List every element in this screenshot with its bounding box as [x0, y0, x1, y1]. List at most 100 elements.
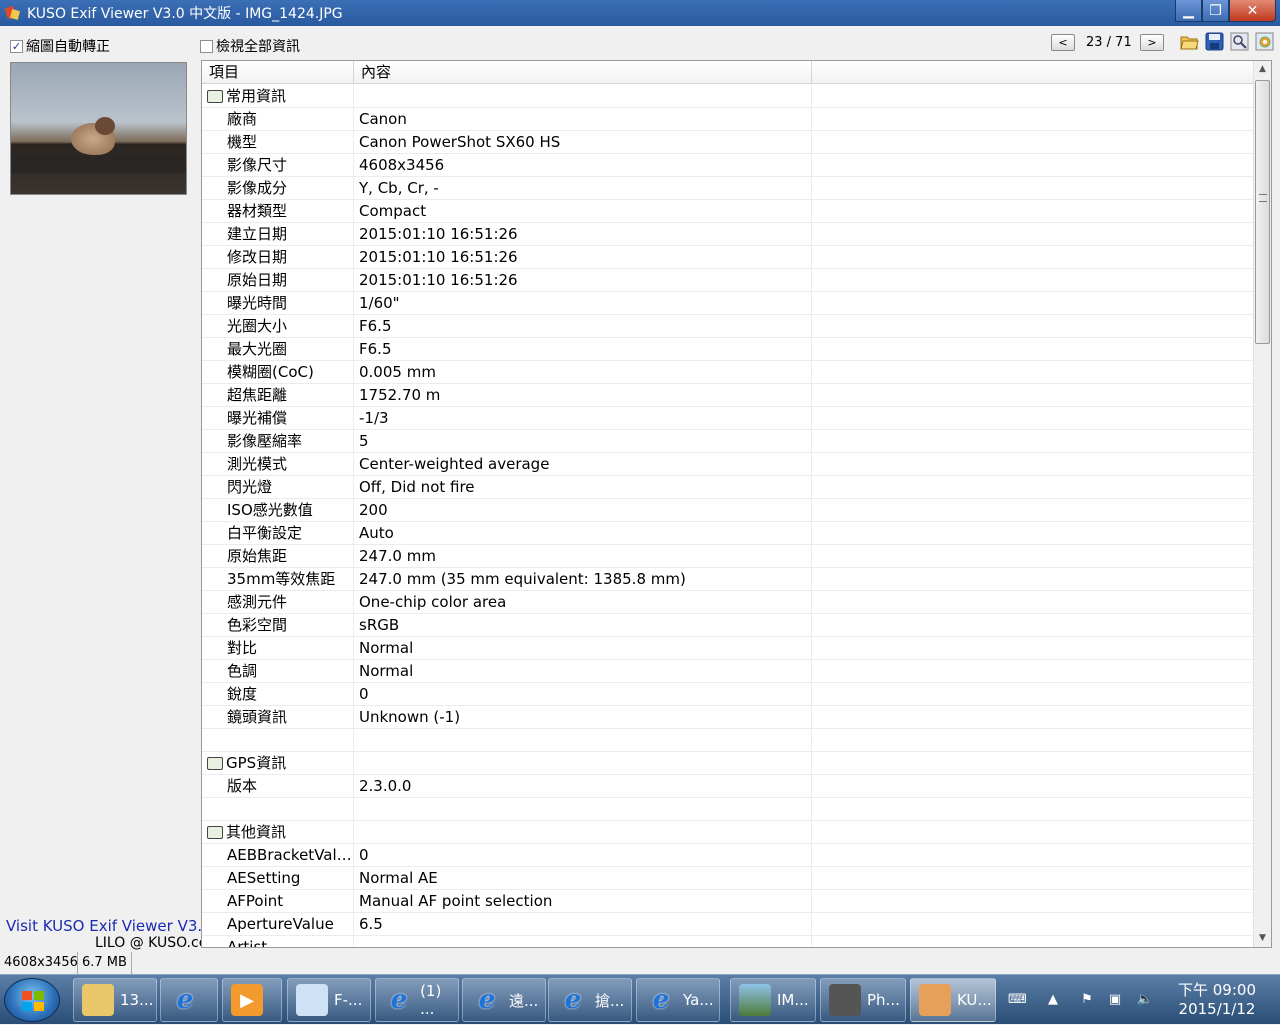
table-row[interactable]: 曝光補償 -1/3 [202, 407, 1254, 430]
section-row[interactable]: 其他資訊 [202, 821, 1254, 844]
taskbar-button[interactable]: KU... [910, 978, 996, 1022]
table-row[interactable]: 影像成分 Y, Cb, Cr, - [202, 177, 1254, 200]
table-row[interactable]: 鏡頭資訊 Unknown (-1) [202, 706, 1254, 729]
section-row[interactable]: 常用資訊 [202, 85, 1254, 108]
scroll-up-arrow[interactable]: ▲ [1254, 61, 1271, 78]
table-row[interactable]: 廠商 Canon [202, 108, 1254, 131]
value-cell [354, 752, 812, 774]
table-row[interactable]: 建立日期 2015:01:10 16:51:26 [202, 223, 1254, 246]
table-row[interactable]: 原始焦距 247.0 mm [202, 545, 1254, 568]
minimize-button[interactable]: ▁ [1175, 0, 1202, 22]
table-row[interactable]: 色彩空間 sRGB [202, 614, 1254, 637]
table-row[interactable]: 色調 Normal [202, 660, 1254, 683]
taskbar-button[interactable]: e 搶... [548, 978, 632, 1022]
table-row[interactable] [202, 798, 1254, 821]
section-row[interactable]: GPS資訊 [202, 752, 1254, 775]
item-cell: 影像成分 [202, 177, 354, 199]
taskbar-button[interactable]: Ph... [820, 978, 906, 1022]
table-row[interactable]: 模糊圈(CoC) 0.005 mm [202, 361, 1254, 384]
table-row[interactable]: AEBBracketValue 0 [202, 844, 1254, 867]
item-cell [202, 798, 354, 820]
folder-icon [82, 984, 114, 1016]
zoom-icon[interactable] [1230, 32, 1249, 51]
item-cell: 感測元件 [202, 591, 354, 613]
taskbar-button[interactable]: F-... [287, 978, 371, 1022]
value-cell: F6.5 [354, 315, 812, 337]
table-row[interactable]: 影像尺寸 4608x3456 [202, 154, 1254, 177]
table-row[interactable]: 超焦距離 1752.70 m [202, 384, 1254, 407]
taskbar-button[interactable]: e 遠... [462, 978, 546, 1022]
taskbar-button[interactable]: e [160, 978, 218, 1022]
taskbar-button[interactable]: ▶ [222, 978, 282, 1022]
prev-button[interactable]: < [1051, 34, 1075, 51]
action-center-icon[interactable]: ⚑ [1078, 992, 1096, 1008]
table-row[interactable] [202, 729, 1254, 752]
table-row[interactable]: AFPoint Manual AF point selection [202, 890, 1254, 913]
table-row[interactable]: 35mm等效焦距 247.0 mm (35 mm equivalent: 1385… [202, 568, 1254, 591]
item-cell: 影像壓縮率 [202, 430, 354, 452]
item-cell: 35mm等效焦距 [202, 568, 354, 590]
table-row[interactable]: 影像壓縮率 5 [202, 430, 1254, 453]
table-row[interactable]: 最大光圈 F6.5 [202, 338, 1254, 361]
table-row[interactable]: 銳度 0 [202, 683, 1254, 706]
vertical-scrollbar[interactable]: ▲ ▼ [1253, 61, 1271, 947]
table-row[interactable]: 光圈大小 F6.5 [202, 315, 1254, 338]
item-cell: 修改日期 [202, 246, 354, 268]
item-cell [202, 729, 354, 751]
settings-icon[interactable] [1255, 32, 1274, 51]
credit-text: LILO @ KUSO.cc [95, 935, 202, 951]
maximize-button[interactable]: ❐ [1202, 0, 1229, 22]
value-cell: Canon PowerShot SX60 HS [354, 131, 812, 153]
close-button[interactable]: ✕ [1229, 0, 1276, 22]
status-dimensions: 4608x3456 [0, 952, 78, 974]
table-row[interactable]: 版本 2.3.0.0 [202, 775, 1254, 798]
table-row[interactable]: 閃光燈 Off, Did not fire [202, 476, 1254, 499]
column-header-item[interactable]: 項目 [202, 61, 354, 84]
checkbox-checked[interactable]: ✓ [10, 39, 23, 53]
value-cell: Unknown (-1) [354, 706, 812, 728]
network-icon[interactable]: ▣ [1106, 992, 1124, 1008]
taskbar-button[interactable]: IM... [730, 978, 816, 1022]
table-row[interactable]: AESetting Normal AE [202, 867, 1254, 890]
keyboard-icon[interactable]: ⌨ [1008, 992, 1027, 1008]
table-row[interactable]: 曝光時間 1/60" [202, 292, 1254, 315]
taskbar-button[interactable]: e (1) ... [375, 978, 459, 1022]
column-header-content[interactable]: 內容 [354, 61, 812, 84]
table-row[interactable]: 機型 Canon PowerShot SX60 HS [202, 131, 1254, 154]
table-row[interactable]: 修改日期 2015:01:10 16:51:26 [202, 246, 1254, 269]
clock[interactable]: 下午 09:00 2015/1/12 [1172, 981, 1262, 1019]
table-row[interactable]: ApertureValue 6.5 [202, 913, 1254, 936]
view-all-label: 檢視全部資訊 [216, 39, 300, 55]
open-folder-icon[interactable] [1180, 32, 1199, 51]
kuso-icon [919, 984, 951, 1016]
item-cell: 閃光燈 [202, 476, 354, 498]
view-all-checkbox[interactable]: 檢視全部資訊 [200, 36, 300, 56]
volume-icon[interactable]: 🔈 [1136, 992, 1154, 1008]
item-cell: ApertureValue [202, 913, 354, 935]
item-cell: ISO感光數值 [202, 499, 354, 521]
value-cell: Manual AF point selection [354, 890, 812, 912]
item-cell: 最大光圈 [202, 338, 354, 360]
value-cell [354, 821, 812, 843]
table-row[interactable]: 測光模式 Center-weighted average [202, 453, 1254, 476]
table-row[interactable]: 感測元件 One-chip color area [202, 591, 1254, 614]
table-row[interactable]: 原始日期 2015:01:10 16:51:26 [202, 269, 1254, 292]
start-button[interactable] [4, 978, 60, 1022]
item-cell: 建立日期 [202, 223, 354, 245]
scroll-down-arrow[interactable]: ▼ [1254, 930, 1271, 947]
taskbar-button[interactable]: e Ya... [636, 978, 720, 1022]
save-icon[interactable] [1205, 32, 1224, 51]
show-hidden-icons-icon[interactable]: ▲ [1044, 992, 1062, 1008]
table-row[interactable]: 白平衡設定 Auto [202, 522, 1254, 545]
table-row[interactable]: 器材類型 Compact [202, 200, 1254, 223]
checkbox-unchecked[interactable] [200, 39, 213, 53]
visit-link[interactable]: Visit KUSO Exif Viewer V3.0 [6, 917, 202, 935]
table-row[interactable]: ISO感光數值 200 [202, 499, 1254, 522]
auto-rotate-checkbox[interactable]: ✓ 縮圖自動轉正 [10, 36, 110, 56]
table-row[interactable]: 對比 Normal [202, 637, 1254, 660]
clock-time: 下午 09:00 [1178, 981, 1256, 999]
next-button[interactable]: > [1140, 34, 1164, 51]
scroll-thumb[interactable] [1255, 80, 1270, 344]
table-row[interactable]: Artist [202, 936, 1254, 947]
taskbar-button[interactable]: 13... [73, 978, 157, 1022]
